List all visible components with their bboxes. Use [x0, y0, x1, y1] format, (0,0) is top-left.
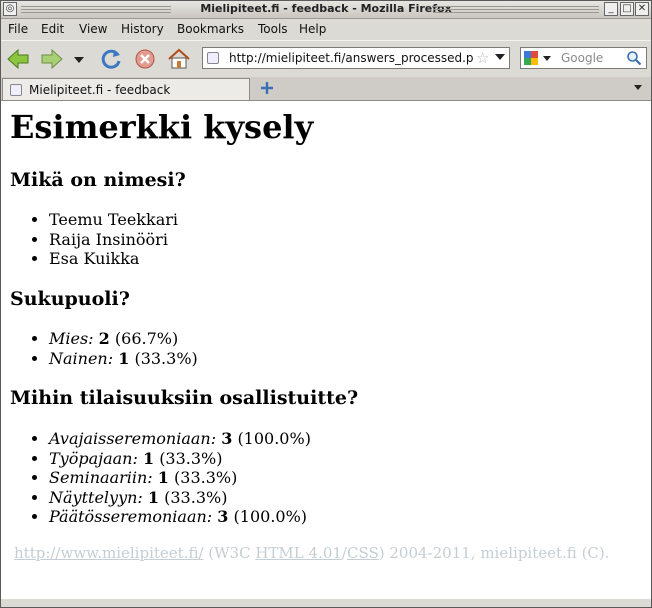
answer-list: Mies: 2 (66.7%) Nainen: 1 (33.3%)	[1, 329, 198, 368]
css-validator-link[interactable]: CSS	[347, 544, 379, 562]
list-all-tabs-icon[interactable]	[634, 85, 642, 90]
menu-bar: File Edit View History Bookmarks Tools H…	[1, 19, 651, 39]
url-text[interactable]: http://mielipiteet.fi/answers_processed.…	[229, 51, 475, 65]
answer-item: Nainen: 1 (33.3%)	[49, 349, 198, 369]
menu-edit[interactable]: Edit	[41, 22, 64, 36]
back-arrow-icon[interactable]	[5, 46, 31, 72]
answer-count: 2	[98, 329, 110, 348]
answer-count: 1	[157, 468, 169, 487]
navigation-toolbar: http://mielipiteet.fi/answers_processed.…	[1, 40, 651, 78]
answer-count: 3	[221, 429, 233, 448]
site-favicon-icon	[207, 52, 219, 64]
answer-count: 3	[217, 507, 229, 526]
answer-item: Päätösseremoniaan: 3 (100.0%)	[49, 507, 311, 527]
home-icon[interactable]	[166, 46, 192, 72]
answer-percent: (33.3%)	[134, 348, 198, 368]
page-title: Esimerkki kysely	[10, 108, 314, 146]
search-icon[interactable]	[626, 50, 642, 66]
site-link[interactable]: http://www.mielipiteet.fi/	[14, 544, 204, 562]
menu-view[interactable]: View	[79, 22, 107, 36]
html-validator-link[interactable]: HTML 4.01	[255, 544, 342, 562]
answer-percent: (100.0%)	[237, 429, 311, 448]
search-placeholder[interactable]: Google	[561, 51, 603, 65]
menu-bookmarks[interactable]: Bookmarks	[177, 22, 244, 36]
answer-item: Näyttelyyn: 1 (33.3%)	[49, 488, 311, 508]
answer-label: Seminaariin:	[49, 468, 153, 487]
tab-bar: Mielipiteet.fi - feedback	[1, 77, 651, 101]
answer-percent: (100.0%)	[233, 507, 308, 526]
page-content: Esimerkki kysely Mikä on nimesi? Teemu T…	[1, 101, 651, 599]
url-dropdown-icon[interactable]	[495, 54, 505, 60]
answer-list: Avajaisseremoniaan: 3 (100.0%) Työpajaan…	[1, 429, 311, 527]
answer-item: Seminaariin: 1 (33.3%)	[49, 468, 311, 488]
question-title: Sukupuoli?	[10, 288, 130, 310]
answer-list: Teemu Teekkari Raija Insinööri Esa Kuikk…	[1, 210, 178, 269]
google-engine-icon[interactable]	[524, 51, 538, 65]
answer-label: Päätösseremoniaan:	[49, 507, 213, 526]
title-bar: ◎ Mielipiteet.fi - feedback - Mozilla Fi…	[1, 1, 651, 19]
history-dropdown-icon[interactable]	[71, 46, 87, 72]
new-tab-plus-icon[interactable]	[259, 80, 275, 96]
footer-text-a: (W3C	[203, 544, 256, 562]
question-title: Mikä on nimesi?	[10, 169, 186, 191]
search-engine-dropdown-icon[interactable]	[543, 56, 551, 61]
answer-percent: (33.3%)	[174, 468, 238, 487]
page-footer: http://www.mielipiteet.fi/ (W3C HTML 4.0…	[14, 544, 610, 562]
answer-count: 1	[147, 487, 160, 507]
tab-label: Mielipiteet.fi - feedback	[29, 83, 171, 97]
answer-item: Raija Insinööri	[49, 230, 178, 250]
bookmark-star-icon[interactable]: ☆	[476, 49, 489, 67]
answer-item: Avajaisseremoniaan: 3 (100.0%)	[49, 429, 311, 449]
answer-label: Avajaisseremoniaan:	[49, 429, 217, 448]
answer-percent: (33.3%)	[159, 448, 223, 468]
answer-label: Nainen:	[49, 348, 114, 368]
menu-history[interactable]: History	[121, 22, 164, 36]
answer-label: Mies:	[49, 329, 94, 348]
minimize-icon[interactable]: _	[604, 2, 618, 16]
menu-tools[interactable]: Tools	[258, 22, 288, 36]
footer-text-b: ) 2004-2011, mielipiteet.fi (C).	[378, 544, 610, 562]
answer-percent: (33.3%)	[164, 487, 228, 507]
reload-icon[interactable]	[98, 46, 124, 72]
question-title: Mihin tilaisuuksiin osallistuitte?	[10, 387, 359, 409]
search-bar[interactable]: Google	[520, 47, 647, 69]
menu-help[interactable]: Help	[299, 22, 326, 36]
url-bar[interactable]: http://mielipiteet.fi/answers_processed.…	[202, 47, 510, 69]
close-icon[interactable]: ✕	[635, 2, 649, 16]
status-bar	[1, 599, 651, 607]
forward-arrow-icon[interactable]	[39, 46, 65, 72]
tab-favicon-icon	[10, 84, 22, 96]
answer-count: 1	[142, 448, 155, 468]
answer-item: Mies: 2 (66.7%)	[49, 329, 198, 349]
answer-item: Teemu Teekkari	[49, 210, 178, 230]
answer-label: Näyttelyyn:	[49, 487, 143, 507]
answer-count: 1	[118, 348, 130, 368]
menu-file[interactable]: File	[8, 22, 28, 36]
stop-icon[interactable]	[132, 46, 158, 72]
title-stripes-right	[433, 6, 599, 13]
answer-item: Työpajaan: 1 (33.3%)	[49, 449, 311, 469]
answer-percent: (66.7%)	[114, 329, 179, 348]
answer-item: Esa Kuikka	[49, 249, 178, 269]
maximize-icon[interactable]: □	[620, 2, 634, 16]
browser-window: ◎ Mielipiteet.fi - feedback - Mozilla Fi…	[0, 0, 652, 608]
answer-label: Työpajaan:	[49, 448, 138, 468]
tab-feedback[interactable]: Mielipiteet.fi - feedback	[2, 78, 250, 100]
